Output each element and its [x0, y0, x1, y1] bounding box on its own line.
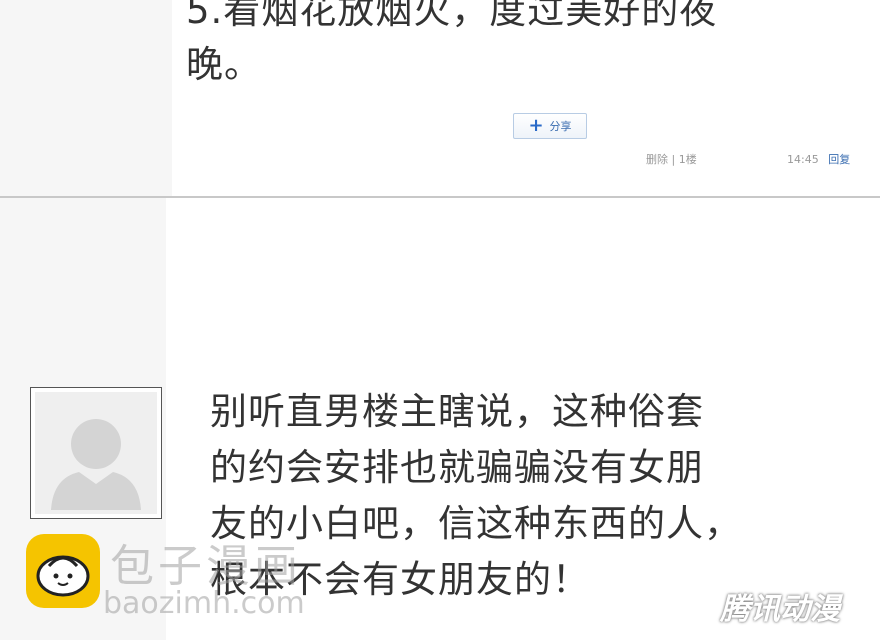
user-sidebar: [0, 0, 172, 196]
post-meta: 14:45 回复: [787, 151, 850, 167]
content-line: 5.看烟花放烟火，度过美好的夜: [186, 0, 718, 32]
reply-link[interactable]: 回复: [828, 153, 850, 166]
floor-post-1: 5.看烟花放烟火，度过美好的夜 晚。 + 分享 删除 | 1楼 14:45 回复: [0, 0, 880, 196]
post-content: 别听直男楼主瞎说，这种俗套 的约会安排也就骗骗没有女朋 友的小白吧，信这种东西的…: [210, 384, 850, 608]
share-label: 分享: [549, 120, 572, 133]
watermark-site-name: 包子漫画: [110, 541, 302, 592]
delete-floor-info[interactable]: 删除 | 1楼: [646, 151, 697, 167]
content-line: 友的小白吧，信这种东西的人，: [210, 502, 742, 545]
content-line: 的约会安排也就骗骗没有女朋: [210, 446, 704, 489]
avatar[interactable]: [30, 387, 162, 519]
share-button[interactable]: + 分享: [513, 113, 587, 139]
post-time: 14:45: [787, 153, 819, 166]
baozi-logo-icon: [26, 534, 100, 608]
content-line: 别听直男楼主瞎说，这种俗套: [210, 390, 704, 433]
default-avatar-icon: [35, 392, 157, 514]
plus-icon: +: [528, 115, 544, 136]
watermark-site-url: baozimh.com: [103, 586, 305, 621]
content-line: 晚。: [186, 43, 262, 86]
watermark-brand: 腾讯动漫: [720, 592, 840, 627]
post-content: 5.看烟花放烟火，度过美好的夜 晚。: [186, 0, 826, 92]
